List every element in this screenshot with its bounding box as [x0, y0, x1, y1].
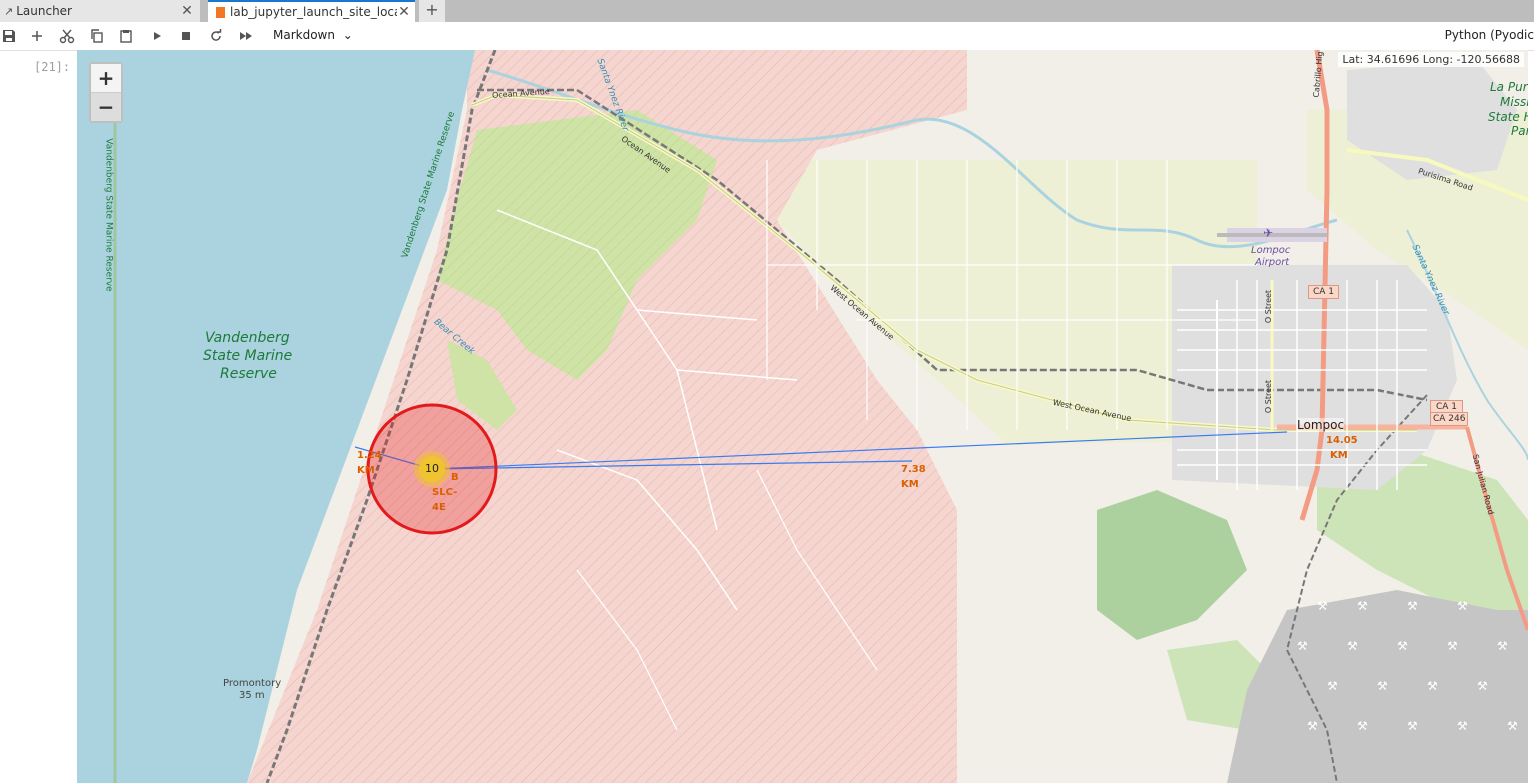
kernel-name[interactable]: Python (Pyodic — [1445, 28, 1534, 42]
add-tab-button[interactable]: + — [419, 0, 445, 22]
site-label-b: B — [451, 472, 459, 483]
tab-bar: ↗ Launcher ✕ lab_jupyter_launch_site_loc… — [0, 0, 1534, 22]
zoom-control: + − — [89, 62, 123, 123]
svg-text:⚒: ⚒ — [1307, 719, 1318, 733]
notebook-icon — [216, 6, 225, 18]
cut-icon[interactable] — [58, 27, 76, 45]
ca246-shield: CA 246 — [1430, 412, 1469, 426]
add-cell-icon[interactable] — [28, 27, 46, 45]
airport-label-2: Airport — [1255, 257, 1290, 268]
external-link-icon: ↗ — [4, 4, 14, 18]
svg-text:⚒: ⚒ — [1357, 719, 1368, 733]
cell-prompt: [21]: — [34, 60, 71, 74]
stop-icon[interactable] — [177, 27, 195, 45]
tab-label: Launcher — [16, 4, 72, 18]
promontory-label: Promontory — [223, 678, 282, 689]
run-icon[interactable] — [148, 27, 166, 45]
svg-text:⚒: ⚒ — [1427, 679, 1438, 693]
o-street-label-2: O Street — [1264, 379, 1274, 414]
svg-text:⚒: ⚒ — [1477, 679, 1488, 693]
close-icon[interactable]: ✕ — [397, 4, 411, 20]
airport-icon: ✈ — [1263, 226, 1274, 240]
close-icon[interactable]: ✕ — [180, 3, 194, 19]
distance-city-value: 14.05 — [1326, 435, 1358, 446]
reserve-label-3: Reserve — [220, 366, 277, 382]
mouse-position-readout: Lat: 34.61696 Long: -120.56688 — [1338, 52, 1524, 67]
svg-text:⚒: ⚒ — [1347, 639, 1358, 653]
svg-text:⚒: ⚒ — [1397, 639, 1408, 653]
distance-city-unit: KM — [1330, 450, 1348, 461]
svg-text:⚒: ⚒ — [1507, 719, 1518, 733]
restart-icon[interactable] — [207, 27, 225, 45]
zoom-out-button[interactable]: − — [91, 92, 121, 121]
save-icon[interactable] — [0, 27, 18, 45]
run-all-icon[interactable] — [237, 27, 255, 45]
distance-railway-value: 7.38 — [901, 464, 926, 475]
tab-label: lab_jupyter_launch_site_locat — [230, 5, 397, 19]
airport-label-1: Lompoc — [1251, 245, 1291, 256]
ca1-shield-top: CA 1 — [1308, 285, 1340, 299]
cell-type-select[interactable]: Markdown ⌄ — [273, 28, 353, 42]
cluster-count: 10 — [425, 462, 439, 475]
svg-text:⚒: ⚒ — [1407, 599, 1418, 613]
lompoc-label: Lompoc — [1297, 418, 1345, 432]
site-label-slc: SLC- — [432, 487, 458, 498]
la-purisima-label-3: State H — [1488, 110, 1528, 124]
svg-text:⚒: ⚒ — [1317, 599, 1328, 613]
svg-text:⚒: ⚒ — [1447, 639, 1458, 653]
reserve-label-2: State Marine — [203, 348, 293, 364]
distance-coast-value: 1.24 — [357, 450, 382, 461]
la-purisima-label-1: La Puri — [1490, 80, 1528, 94]
svg-text:⚒: ⚒ — [1377, 679, 1388, 693]
copy-icon[interactable] — [88, 27, 106, 45]
svg-text:⚒: ⚒ — [1457, 599, 1468, 613]
zoom-in-button[interactable]: + — [91, 64, 121, 92]
svg-text:⚒: ⚒ — [1327, 679, 1338, 693]
svg-text:⚒: ⚒ — [1497, 639, 1508, 653]
map-tiles: ⚒ ⚒ ⚒ ⚒ ⚒ ⚒ ⚒ ⚒ ⚒ ⚒ ⚒ ⚒ ⚒ ⚒ ⚒ ⚒ ⚒ ⚒ — [77, 50, 1528, 783]
notebook-toolbar: Markdown ⌄ Python (Pyodic — [0, 22, 1534, 51]
reserve-label-1: Vandenberg — [205, 330, 290, 346]
la-purisima-label-2: Missi — [1500, 95, 1528, 109]
svg-text:⚒: ⚒ — [1357, 599, 1368, 613]
distance-railway-unit: KM — [901, 479, 919, 490]
folium-map[interactable]: ⚒ ⚒ ⚒ ⚒ ⚒ ⚒ ⚒ ⚒ ⚒ ⚒ ⚒ ⚒ ⚒ ⚒ ⚒ ⚒ ⚒ ⚒ 10 B SLC- 4E 1.24 … — [77, 50, 1528, 783]
chevron-down-icon: ⌄ — [342, 28, 353, 42]
svg-text:⚒: ⚒ — [1457, 719, 1468, 733]
reserve-vertical-label: Vandenberg State Marine Reserve — [103, 138, 114, 292]
distance-coast-unit: KM — [357, 465, 375, 476]
paste-icon[interactable] — [117, 27, 135, 45]
site-label-4e: 4E — [432, 502, 446, 513]
o-street-label-1: O Street — [1264, 289, 1274, 324]
svg-text:⚒: ⚒ — [1297, 639, 1308, 653]
promontory-elevation: 35 m — [239, 690, 265, 701]
svg-text:⚒: ⚒ — [1407, 719, 1418, 733]
tab-launcher[interactable]: ↗ Launcher ✕ — [0, 0, 201, 22]
la-purisima-label-4: Par — [1511, 124, 1528, 138]
tab-notebook[interactable]: lab_jupyter_launch_site_locat ✕ — [208, 0, 415, 22]
cell-type-label: Markdown — [273, 28, 335, 42]
